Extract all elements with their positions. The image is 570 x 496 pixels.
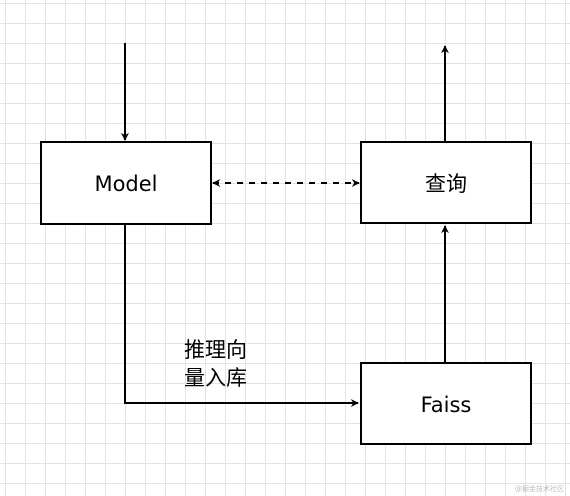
- query-node-label: 查询: [425, 172, 467, 196]
- watermark: @掘金技术社区: [515, 485, 564, 493]
- faiss-node-label: Faiss: [421, 393, 472, 417]
- model-node[interactable]: Model: [40, 141, 212, 225]
- model-node-label: Model: [94, 172, 157, 196]
- query-node[interactable]: 查询: [360, 141, 532, 224]
- faiss-node[interactable]: Faiss: [360, 362, 532, 445]
- model-to-faiss-label: 推理向 量入库: [184, 338, 247, 390]
- diagram-canvas: Model 查询 Faiss: [40, 43, 532, 445]
